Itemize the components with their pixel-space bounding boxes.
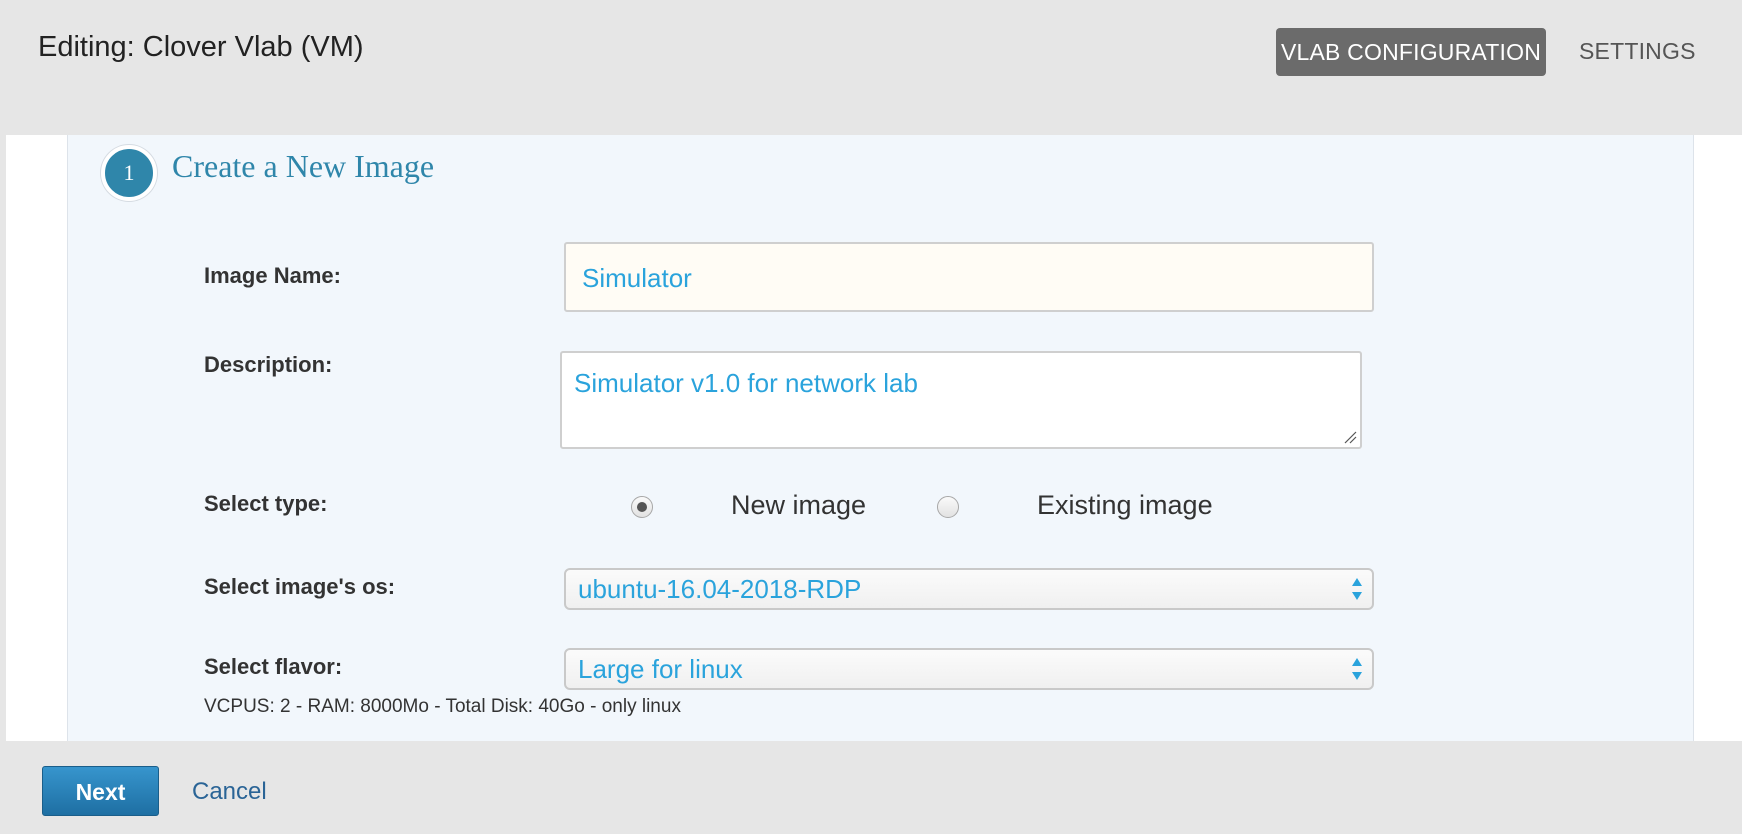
- step-title: Create a New Image: [172, 148, 435, 184]
- image-name-label: Image Name:: [204, 263, 341, 288]
- image-os-label: Select image's os:: [204, 574, 396, 599]
- radio-new-image-label[interactable]: New image: [731, 490, 866, 521]
- description-textarea[interactable]: Simulator v1.0 for network lab: [560, 351, 1362, 449]
- page-title: Editing: Clover Vlab (VM): [38, 31, 364, 63]
- image-os-select[interactable]: ubuntu-16.04-2018-RDP: [564, 568, 1374, 610]
- select-arrows-icon: [1352, 578, 1362, 600]
- description-text: Simulator v1.0 for network lab: [574, 368, 918, 398]
- cancel-link[interactable]: Cancel: [192, 778, 267, 806]
- select-arrows-icon: [1352, 658, 1362, 680]
- radio-selected-dot-icon: [637, 502, 647, 512]
- flavor-info-text: VCPUS: 2 - RAM: 8000Mo - Total Disk: 40G…: [204, 696, 681, 717]
- radio-new-image[interactable]: [631, 496, 653, 518]
- radio-existing-image-label[interactable]: Existing image: [1037, 490, 1213, 521]
- top-bar: Editing: Clover Vlab (VM) VLAB CONFIGURA…: [0, 0, 1742, 135]
- resize-handle-icon[interactable]: [1343, 430, 1357, 444]
- next-button[interactable]: Next: [42, 766, 159, 816]
- radio-existing-image[interactable]: [937, 496, 959, 518]
- image-name-input[interactable]: Simulator: [564, 242, 1374, 312]
- select-type-label: Select type:: [204, 491, 328, 516]
- flavor-label: Select flavor:: [204, 654, 343, 679]
- image-os-value: ubuntu-16.04-2018-RDP: [578, 574, 862, 604]
- flavor-select[interactable]: Large for linux: [564, 648, 1374, 690]
- tab-vlab-configuration[interactable]: VLAB CONFIGURATION: [1276, 28, 1546, 76]
- description-label: Description:: [204, 352, 333, 377]
- tab-settings[interactable]: SETTINGS: [1579, 38, 1696, 65]
- flavor-value: Large for linux: [578, 654, 743, 684]
- step-number-badge: 1: [101, 145, 157, 201]
